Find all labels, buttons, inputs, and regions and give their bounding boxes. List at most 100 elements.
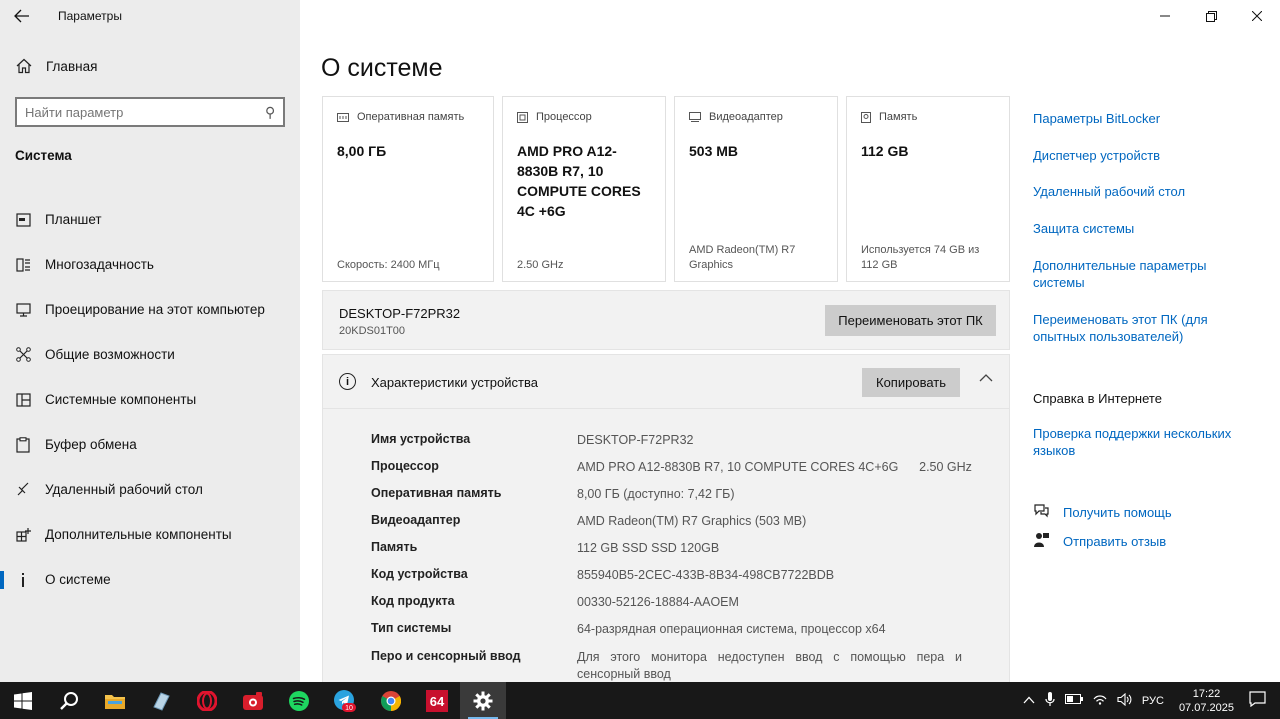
screen-recorder-icon [243,691,263,710]
feedback-icon [1033,532,1049,551]
sidebar-item-projecting[interactable]: Проецирование на этот компьютер [0,287,300,332]
card-header: Оперативная память [337,111,479,123]
system-tray: РУС 17:22 07.07.2025 [1018,682,1280,719]
gpu-icon [689,112,701,122]
taskbar: 10 64 РУС 17:22 07.07.2025 [0,682,1280,719]
info-icon: i [339,373,356,390]
card-label: Память [879,111,918,123]
advanced-system-settings-link[interactable]: Дополнительные параметры системы [1033,257,1258,291]
get-help-link[interactable]: Получить помощь [1033,503,1172,521]
back-button[interactable] [0,0,44,32]
info-icon [15,572,31,588]
chrome-app[interactable] [368,682,414,719]
card-header: Процессор [517,111,651,123]
card-label: Процессор [536,111,592,123]
back-arrow-icon [14,9,29,23]
settings-app[interactable] [460,682,506,719]
storage-card: Память 112 GB Используется 74 GB из 112 … [846,96,1010,282]
settings-icon [473,691,493,710]
feedback-link[interactable]: Отправить отзыв [1033,532,1166,551]
spec-value: 64-разрядная операционная система, проце… [577,622,886,636]
telegram-badge: 10 [345,705,353,712]
spec-value: Для этого монитора недоступен ввод с пом… [577,650,962,681]
sidebar-item-label: Многозадачность [45,257,154,272]
app-icon [153,691,170,711]
card-label: Видеоадаптер [709,111,783,123]
card-value: 503 MB [689,143,739,159]
spec-value: 8,00 ГБ (доступно: 7,42 ГБ) [577,487,735,501]
minimize-button[interactable] [1142,0,1188,32]
search-input[interactable] [25,104,265,120]
file-explorer-icon [105,694,125,709]
aida64-label: 64 [430,694,445,709]
web-help-title: Справка в Интернете [1033,391,1162,406]
pc-model: 20KDS01T00 [339,325,406,337]
sidebar-item-clipboard[interactable]: Буфер обмена [0,422,300,467]
sidebar-item-shared[interactable]: Общие возможности [0,332,300,377]
device-specs-panel: i Характеристики устройства Копировать И… [322,354,1010,684]
rename-pc-advanced-link[interactable]: Переименовать этот ПК (для опытных польз… [1033,311,1258,345]
home-link[interactable]: Главная [16,58,97,74]
remote-desktop-link[interactable]: Удаленный рабочий стол [1033,183,1258,200]
chevron-up-icon[interactable] [1023,695,1035,707]
telegram-app[interactable]: 10 [322,682,368,719]
sidebar-item-remote-desktop[interactable]: Удаленный рабочий стол [0,467,300,512]
close-icon [1252,11,1262,21]
bitlocker-link[interactable]: Параметры BitLocker [1033,110,1258,127]
notifications-icon[interactable] [1249,691,1266,710]
minimize-icon [1160,15,1170,17]
wifi-icon[interactable] [1093,693,1107,708]
card-footnote: AMD Radeon(TM) R7 Graphics [689,244,796,271]
close-button[interactable] [1234,0,1280,32]
optional-features-icon [15,527,31,543]
screen-recorder-app[interactable] [230,682,276,719]
date: 07.07.2025 [1178,701,1234,714]
aida64-app[interactable]: 64 [414,682,460,719]
clock[interactable]: 17:22 07.07.2025 [1179,687,1234,715]
spec-value: AMD Radeon(TM) R7 Graphics (503 MB) [577,514,807,528]
copy-button[interactable]: Копировать [862,368,960,397]
sidebar-item-components[interactable]: Системные компоненты [0,377,300,422]
chevron-up-icon[interactable] [979,369,993,385]
sidebar-item-optional-features[interactable]: Дополнительные компоненты [0,512,300,557]
sidebar-item-multitasking[interactable]: Многозадачность [0,242,300,287]
file-explorer-app[interactable] [92,682,138,719]
taskbar-app[interactable] [138,682,184,719]
search-icon[interactable]: ⚲ [265,104,275,121]
spec-key: Память [371,540,418,554]
device-manager-link[interactable]: Диспетчер устройств [1033,147,1258,164]
rename-pc-button[interactable]: Переименовать этот ПК [825,305,996,336]
card-value: 8,00 ГБ [337,143,387,159]
time: 17:22 [1192,687,1221,700]
tablet-icon [15,212,31,228]
spotify-app[interactable] [276,682,322,719]
restore-button[interactable] [1188,0,1234,32]
multitasking-icon [15,257,31,273]
sidebar-item-label: Общие возможности [45,347,175,362]
language-support-link[interactable]: Проверка поддержки нескольких языков [1033,425,1258,459]
microphone-icon[interactable] [1045,691,1055,710]
sidebar-item-about[interactable]: О системе [0,557,300,602]
device-specs-header[interactable]: i Характеристики устройства Копировать [323,355,1009,409]
spec-key: Тип системы [371,621,452,635]
spec-key: Видеоадаптер [371,513,461,527]
opera-app[interactable] [184,682,230,719]
system-protection-link[interactable]: Защита системы [1033,220,1258,237]
language-indicator[interactable]: РУС [1142,695,1164,707]
start-icon [14,691,32,710]
cpu-icon [517,111,528,123]
search-box[interactable]: ⚲ [15,97,285,127]
volume-icon[interactable] [1117,692,1132,709]
opera-icon [197,690,217,711]
help-chat-icon [1033,503,1049,521]
spec-key: Процессор [371,459,439,473]
taskbar-search[interactable] [46,682,92,719]
sidebar-item-label: О системе [45,572,111,587]
card-value: 112 GB [861,143,909,159]
battery-icon[interactable] [1064,694,1083,707]
card-label: Оперативная память [357,111,465,123]
feedback-label: Отправить отзыв [1063,534,1167,549]
start-button[interactable] [0,682,46,719]
device-specs-title: Характеристики устройства [371,375,538,390]
sidebar-item-tablet[interactable]: Планшет [0,197,300,242]
